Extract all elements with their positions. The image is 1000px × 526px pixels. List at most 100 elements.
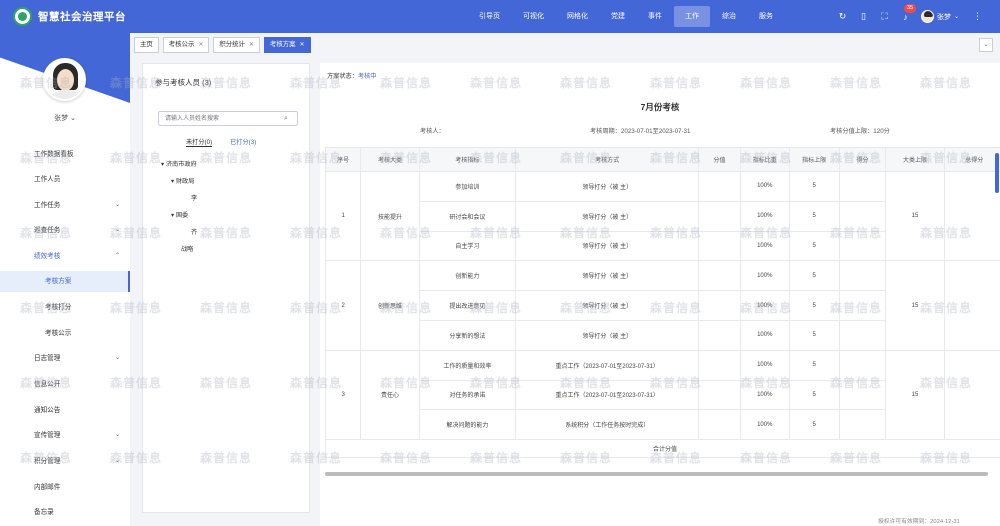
- close-icon[interactable]: ✕: [198, 38, 203, 52]
- method-cell: 领导打分（被 主）: [515, 171, 700, 202]
- close-icon[interactable]: ✕: [249, 38, 254, 52]
- method-cell: 重点工作（2023-07-01至2023-07-31）: [515, 349, 700, 381]
- method-cell: 领导打分（被 主）: [515, 290, 700, 321]
- category-cell: 责任心: [360, 349, 420, 441]
- notification-bell[interactable]: ♪ 35: [895, 3, 917, 22]
- tree-leaf-person-2[interactable]: 齐: [191, 227, 197, 236]
- sidebar-item-label: 日志管理: [34, 355, 61, 362]
- user-name: 张梦: [937, 13, 951, 21]
- nav-item-3[interactable]: 党建: [600, 6, 636, 27]
- user-menu[interactable]: 张梦 ⌄: [921, 10, 959, 23]
- total-row: 合计分值: [325, 439, 1000, 459]
- column-header-4: 分值: [698, 147, 741, 172]
- sidebar-item-label: 通知公告: [34, 407, 61, 414]
- sidebar-item-0[interactable]: 工作数据看板: [0, 144, 130, 165]
- tree-node-gov[interactable]: ▾ 济南市政府: [161, 159, 197, 168]
- sidebar-item-13[interactable]: 内部邮件: [0, 477, 130, 498]
- nav-item-2[interactable]: 网格化: [556, 6, 599, 27]
- score-value-cell: [698, 349, 741, 381]
- tab-unscored[interactable]: 未打分(0): [186, 137, 213, 147]
- fullscreen-icon[interactable]: ⛶: [874, 11, 895, 22]
- sidebar-item-label: 内部邮件: [34, 484, 61, 491]
- obtained-cell: [838, 260, 887, 292]
- nav-item-6[interactable]: 综治: [711, 6, 747, 27]
- sidebar-item-2[interactable]: 工作任务 ⌄: [0, 195, 130, 216]
- ratio-cell: 100%: [739, 409, 790, 441]
- indicator-cell: 解决问题的能力: [418, 409, 517, 441]
- sidebar-item-label: 绩效考核: [34, 253, 61, 260]
- tree-leaf-person-1[interactable]: 李: [191, 193, 197, 202]
- total-score-cell: [943, 260, 1000, 351]
- method-cell: 重点工作（2023-07-01至2023-07-31）: [515, 379, 700, 411]
- method-cell: 领导打分（被 主）: [515, 260, 700, 292]
- obtained-cell: [838, 230, 887, 262]
- sidebar-item-12[interactable]: 积分管理 ⌄: [0, 451, 130, 472]
- sidebar-item-6[interactable]: 考核打分: [0, 297, 130, 318]
- sidebar-item-3[interactable]: 巡查任务 ⌄: [0, 220, 130, 241]
- more-icon[interactable]: ⋮: [973, 11, 982, 22]
- tab-label: 主页: [140, 41, 153, 48]
- close-icon[interactable]: ✕: [300, 38, 305, 52]
- sidebar-item-4[interactable]: 绩效考核 ⌃: [0, 246, 130, 267]
- mobile-icon[interactable]: ▯: [853, 11, 874, 22]
- tree-node-committee[interactable]: ▾ 国委: [171, 210, 188, 219]
- sidebar-item-9[interactable]: 信息公开: [0, 374, 130, 395]
- sidebar-item-label: 信息公开: [34, 381, 61, 388]
- tab-0[interactable]: 主页: [134, 37, 159, 53]
- participants-panel: 参与考核人员 (3) ⌕ 未打分(0) 已打分(3) ▾ 济南市政府 ▾ 财政局…: [142, 63, 310, 513]
- limit-cell: 5: [788, 379, 840, 411]
- indicator-cell: 对任务的承诺: [418, 379, 517, 411]
- sidebar-item-14[interactable]: 备忘录: [0, 502, 130, 523]
- method-cell: 领导打分（被 主）: [515, 230, 700, 262]
- obtained-cell: [838, 290, 887, 321]
- top-bar: 智慧社会治理平台 引导页 可视化 网格化 党建 事件 工作 综治 服务 ↻ ▯ ⛶ ♪ 35 …: [0, 0, 1000, 33]
- chevron-icon: ⌄: [114, 355, 120, 361]
- sidebar-item-11[interactable]: 宣传管理 ⌄: [0, 425, 130, 446]
- sidebar-item-7[interactable]: 考核公示: [0, 323, 130, 344]
- tab-scored[interactable]: 已打分(3): [230, 137, 256, 147]
- indicator-cell: 自主学习: [418, 230, 517, 262]
- nav-item-1[interactable]: 可视化: [512, 6, 555, 27]
- app-logo[interactable]: 智慧社会治理平台: [13, 7, 126, 26]
- tab-3[interactable]: 考核方案 ✕: [263, 37, 311, 53]
- tree-leaf-person-3[interactable]: 战略: [181, 244, 193, 253]
- ratio-cell: 100%: [739, 200, 790, 232]
- nav-item-4[interactable]: 事件: [637, 6, 673, 27]
- search-icon[interactable]: ⌕: [284, 115, 288, 123]
- nav-item-0[interactable]: 引导页: [468, 6, 511, 27]
- sidebar-item-5[interactable]: 考核方案: [0, 271, 130, 292]
- score-value-cell: [698, 230, 741, 262]
- sidebar-item-8[interactable]: 日志管理 ⌄: [0, 348, 130, 369]
- sidebar-item-label: 积分管理: [34, 458, 61, 465]
- sidebar-item-1[interactable]: 工作人员: [0, 169, 130, 190]
- score-value-cell: [698, 409, 741, 441]
- sidebar-item-10[interactable]: 通知公告: [0, 400, 130, 421]
- ratio-cell: 100%: [739, 171, 790, 202]
- tree-node-finance[interactable]: ▾ 财政局: [171, 176, 194, 185]
- sidebar: 张梦 ⌄ 工作数据看板 工作人员工作任务 ⌄ 巡查任务 ⌄ 绩效考核 ⌃ 考核方案考核打分考核…: [0, 33, 130, 526]
- indicator-cell: 分享新的想法: [418, 319, 517, 351]
- refresh-icon[interactable]: ↻: [832, 11, 853, 22]
- horizontal-scrollbar[interactable]: [325, 472, 988, 476]
- total-score-cell: [943, 349, 1000, 441]
- tab-2[interactable]: 积分统计 ✕: [213, 37, 260, 53]
- ratio-cell: 100%: [739, 319, 790, 351]
- table-header: 序号 考核大类 考核指标 考核方式 分值 指标比重 指标上限 得分 大类上限 总得分: [324, 147, 1000, 172]
- column-header-7: 得分: [838, 147, 887, 172]
- vertical-scrollbar[interactable]: [995, 153, 999, 193]
- sidebar-item-label: 备忘录: [34, 509, 54, 516]
- profile-name[interactable]: 张梦 ⌄: [0, 113, 130, 123]
- chevron-icon: ⌄: [114, 227, 120, 233]
- nav-item-5[interactable]: 工作: [674, 6, 710, 27]
- method-cell: 领导打分（被 主）: [515, 200, 700, 232]
- tabs-dropdown-icon[interactable]: ⌄: [979, 38, 993, 52]
- obtained-cell: [838, 349, 887, 381]
- obtained-cell: [838, 319, 887, 351]
- tab-1[interactable]: 考核公示 ✕: [162, 37, 210, 53]
- search-input[interactable]: [158, 111, 298, 126]
- ratio-cell: 100%: [739, 379, 790, 411]
- score-value-cell: [698, 379, 741, 411]
- logo-icon: [13, 7, 32, 26]
- sidebar-item-label: 考核打分: [45, 304, 72, 311]
- nav-item-7[interactable]: 服务: [748, 6, 784, 27]
